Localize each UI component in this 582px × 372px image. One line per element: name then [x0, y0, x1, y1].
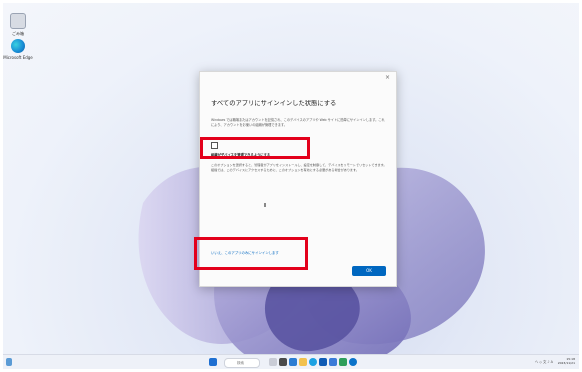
clock-date: 2023/11/21: [557, 361, 575, 365]
taskbar: 検索 へ ◇ 文 ♪ A 15:18 2023/11/21: [3, 354, 579, 369]
system-tray[interactable]: へ ◇ 文 ♪ A: [535, 359, 553, 364]
highlight-box-link: [194, 237, 308, 270]
taskbar-clock[interactable]: 15:18 2023/11/21: [558, 357, 575, 365]
store-icon[interactable]: [319, 358, 327, 366]
mail-icon[interactable]: [329, 358, 337, 366]
widgets-icon[interactable]: [6, 358, 12, 366]
desktop-icon-label: Microsoft Edge: [3, 55, 33, 60]
start-icon[interactable]: [209, 358, 217, 366]
recycle-bin-icon: [10, 13, 26, 29]
copilot-icon[interactable]: [279, 358, 287, 366]
taskbar-search-box[interactable]: 検索: [224, 358, 260, 368]
settings-icon[interactable]: [349, 358, 357, 366]
dialog-description: Windows では職場またはアカウントを記憶され、このデバイスのアプリや We…: [211, 118, 385, 127]
task-view-icon[interactable]: [269, 358, 277, 366]
highlight-box-checkbox: [200, 137, 310, 159]
desktop-icon-label: ごみ箱: [12, 31, 24, 36]
dialog-title: すべてのアプリにサインインした状態にする: [211, 100, 337, 107]
close-icon[interactable]: ×: [385, 74, 390, 81]
desktop-icon-recycle-bin[interactable]: ごみ箱: [3, 13, 33, 36]
taskbar-search-placeholder: 検索: [237, 361, 244, 365]
file-explorer-icon[interactable]: [299, 358, 307, 366]
app-icon[interactable]: [339, 358, 347, 366]
mouse-cursor-icon: [264, 203, 266, 207]
edge-taskbar-icon[interactable]: [309, 358, 317, 366]
desktop-icon-edge[interactable]: Microsoft Edge: [3, 39, 33, 60]
ok-button[interactable]: OK: [352, 266, 386, 276]
chat-icon[interactable]: [289, 358, 297, 366]
desktop-screen: ごみ箱 Microsoft Edge × すべてのアプリにサインインした状態にす…: [3, 3, 579, 369]
manage-device-note: このオプションを選択すると、管理者がアプリをインストールし、設定を制御して、デバ…: [211, 163, 387, 172]
edge-icon: [11, 39, 25, 53]
